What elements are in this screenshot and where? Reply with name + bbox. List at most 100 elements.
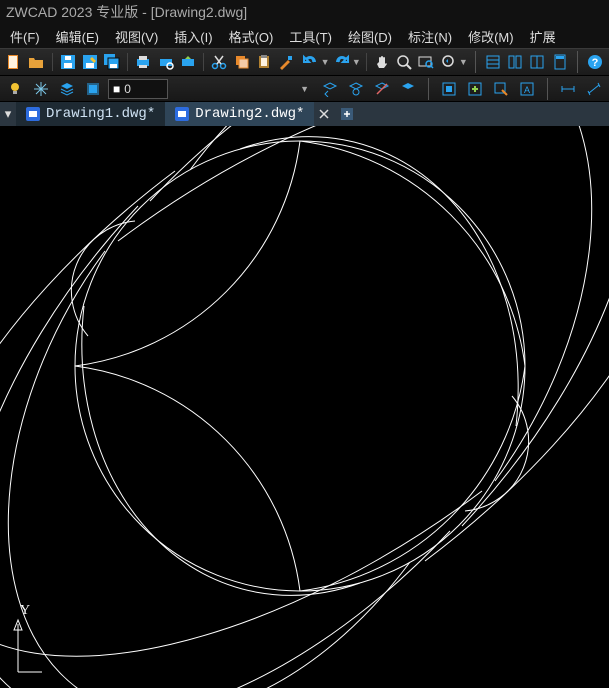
plot-button[interactable] [178,51,198,73]
zoom-previous-button[interactable] [439,51,459,73]
hand-icon [374,54,390,70]
menu-insert[interactable]: 插入(I) [166,25,220,48]
paste-icon [256,54,272,70]
save-all-icon [104,54,120,70]
layer-state-button[interactable] [82,78,104,100]
block-attr-button[interactable]: A [516,78,538,100]
toolbar-layer: ■ 0 ▼ A [0,76,609,102]
redo-button[interactable] [332,51,352,73]
drawing-canvas[interactable]: Y [0,126,609,688]
match-prop-icon [278,54,294,70]
paste-button[interactable] [254,51,274,73]
undo-dropdown[interactable]: ▼ [321,57,330,67]
tab-label: Drawing1.dwg* [46,106,155,122]
save-button[interactable] [58,51,78,73]
zoom-icon [396,54,412,70]
layer-on-button[interactable] [397,78,419,100]
layer-prev-button[interactable] [319,78,341,100]
separator [366,53,367,71]
redo-icon [334,54,350,70]
svg-text:A: A [524,85,530,95]
separator [203,53,204,71]
layer-combo[interactable]: ■ 0 [108,79,168,99]
dwg-file-icon [26,107,40,121]
layer-state-icon [85,81,101,97]
tab-drawing2[interactable]: Drawing2.dwg* [165,102,314,126]
menu-file[interactable]: 件(F) [2,25,48,48]
undo-button[interactable] [300,51,320,73]
menu-tools[interactable]: 工具(T) [281,25,340,48]
block-edit-button[interactable] [490,78,512,100]
lightbulb-icon [7,81,23,97]
block-edit-icon [493,81,509,97]
tab-drawing1[interactable]: Drawing1.dwg* [16,102,165,126]
save-all-button[interactable] [102,51,122,73]
plot-icon [180,54,196,70]
menu-edit[interactable]: 编辑(E) [48,25,107,48]
layer-color-swatch: ■ [113,82,120,96]
block-icon [441,81,457,97]
combo-dropdown[interactable]: ▼ [300,84,309,94]
menu-extend[interactable]: 扩展 [522,25,564,48]
group-separator [475,51,476,73]
help-button[interactable]: ? [585,51,605,73]
layer-off-icon [374,81,390,97]
layer-current-name: 0 [124,82,131,96]
design-center-button[interactable] [505,51,525,73]
layer-iso-button[interactable] [345,78,367,100]
calc-button[interactable] [550,51,570,73]
cut-button[interactable] [209,51,229,73]
menu-dimension[interactable]: 标注(N) [400,25,460,48]
tab-label: Drawing2.dwg* [195,106,304,122]
block-insert-button[interactable] [464,78,486,100]
layer-light-button[interactable] [4,78,26,100]
scissors-icon [211,54,227,70]
separator [52,53,53,71]
layer-on-icon [400,81,416,97]
dim-aligned-icon [586,81,602,97]
print-preview-button[interactable] [156,51,176,73]
group-separator [547,78,548,100]
layer-off-button[interactable] [371,78,393,100]
open-file-button[interactable] [26,51,46,73]
redo-dropdown[interactable]: ▼ [352,57,361,67]
menu-view[interactable]: 视图(V) [107,25,166,48]
svg-text:?: ? [592,57,599,69]
menu-modify[interactable]: 修改(M) [460,25,522,48]
match-prop-button[interactable] [276,51,296,73]
window-title: ZWCAD 2023 专业版 - [Drawing2.dwg] [6,2,247,22]
layer-freeze-button[interactable] [30,78,52,100]
print-icon [135,54,151,70]
menu-format[interactable]: 格式(O) [221,25,282,48]
new-file-button[interactable] [4,51,24,73]
zoom-window-icon [418,54,434,70]
tab-close-button[interactable] [314,102,334,126]
dim-linear-button[interactable] [557,78,579,100]
tabs-list-dropdown[interactable]: ▾ [0,102,16,126]
zoom-dropdown[interactable]: ▼ [459,57,468,67]
tab-new-button[interactable] [334,102,360,126]
folder-open-icon [28,54,44,70]
zoom-realtime-button[interactable] [394,51,414,73]
copy-button[interactable] [231,51,251,73]
pan-button[interactable] [372,51,392,73]
layer-manager-button[interactable] [56,78,78,100]
dim-aligned-button[interactable] [583,78,605,100]
properties-button[interactable] [483,51,503,73]
group-separator [428,78,429,100]
save-icon [60,54,76,70]
save-as-button[interactable] [80,51,100,73]
print-preview-icon [158,54,174,70]
tool-palettes-button[interactable] [527,51,547,73]
separator [127,53,128,71]
save-as-icon [82,54,98,70]
menu-draw[interactable]: 绘图(D) [340,25,400,48]
menu-bar: 件(F) 编辑(E) 视图(V) 插入(I) 格式(O) 工具(T) 绘图(D)… [0,24,609,48]
ucs-y-label: Y [20,603,30,618]
help-icon: ? [587,54,603,70]
print-button[interactable] [133,51,153,73]
block-button[interactable] [438,78,460,100]
zoom-window-button[interactable] [416,51,436,73]
undo-icon [302,54,318,70]
properties-icon [485,54,501,70]
